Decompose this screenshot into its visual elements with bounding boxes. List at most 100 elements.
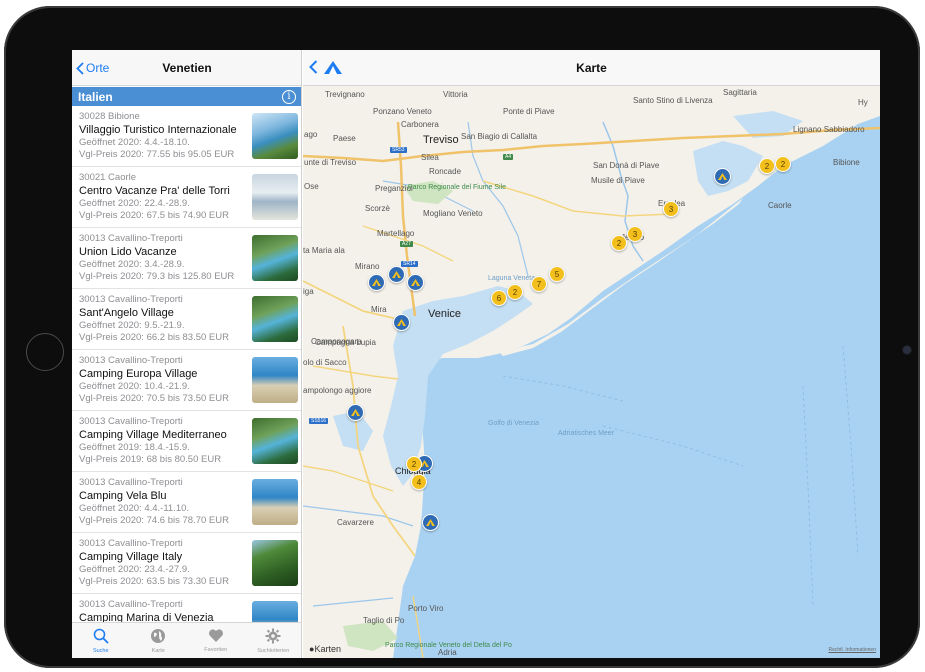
tab-label: Suchkriterien [257, 647, 290, 654]
campsite-pin[interactable] [388, 266, 405, 283]
map-place-label: San Biagio di Callalta [461, 132, 538, 141]
map-place-label: Martellago [377, 229, 415, 238]
tent-icon [351, 409, 360, 416]
map-place-label: Carbonera [401, 120, 439, 129]
tent-icon [392, 271, 401, 278]
cluster-marker[interactable]: 3 [627, 226, 643, 242]
campsite-pin[interactable] [407, 274, 424, 291]
highway-shield: A4 [503, 154, 514, 160]
map-place-label: Roncade [429, 167, 462, 176]
campsite-thumbnail [252, 601, 298, 622]
tent-icon [372, 279, 381, 286]
map-place-label: Paese [333, 134, 356, 143]
maps-credit: ●Karten [309, 644, 341, 654]
cluster-marker[interactable]: 2 [406, 456, 422, 472]
campsite-list-item[interactable]: 30028 Bibione Villaggio Turistico Intern… [72, 106, 301, 167]
campsite-thumbnail [252, 479, 298, 525]
cluster-marker[interactable]: 2 [759, 158, 775, 174]
cluster-marker[interactable]: 5 [549, 266, 565, 282]
map-place-label: Sagittaria [723, 88, 757, 97]
campsite-list-item[interactable]: 30013 Cavallino-Treporti Camping Marina … [72, 594, 301, 622]
map-view[interactable]: Karte Trevignano Vittoria Ponzano Veneto… [303, 50, 880, 658]
campsite-pin[interactable] [714, 168, 731, 185]
cluster-marker[interactable]: 2 [775, 156, 791, 172]
cluster-marker[interactable]: 4 [411, 474, 427, 490]
map-place-label: Camponogara [311, 337, 362, 346]
map-place-label: Santo Stino di Livenza [633, 96, 713, 105]
campsite-pin[interactable] [347, 404, 364, 421]
tab-favoriten[interactable]: Favoriten [187, 623, 245, 658]
campsite-pin[interactable] [422, 514, 439, 531]
cluster-marker[interactable]: 2 [611, 235, 627, 251]
campsite-list-item[interactable]: 30013 Cavallino-Treporti Union Lido Vaca… [72, 228, 301, 289]
cluster-marker[interactable]: 2 [507, 284, 523, 300]
maps-credit-label: Karten [314, 644, 341, 654]
map-place-label: Cavarzere [337, 518, 374, 527]
sidebar-title: Venetien [162, 61, 212, 75]
campsite-list-item[interactable]: 30013 Cavallino-Treporti Camping Europa … [72, 350, 301, 411]
map-place-label: Parco Regionale Veneto del Delta del Po [385, 642, 512, 649]
map-place-label: San Donà di Piave [593, 161, 660, 170]
map-place-label: Parco Regionale del Fiume Sile [408, 184, 507, 191]
campsite-thumbnail [252, 235, 298, 281]
cluster-marker[interactable]: 3 [663, 201, 679, 217]
map-place-label: Ponte di Piave [503, 107, 555, 116]
campsite-list[interactable]: 30028 Bibione Villaggio Turistico Intern… [72, 106, 301, 622]
heart-icon [208, 628, 224, 647]
map-place-label: Musile di Piave [591, 176, 645, 185]
map-place-label: Mogliano Veneto [423, 209, 483, 218]
campsite-list-item[interactable]: 30013 Cavallino-Treporti Camping Vela Bl… [72, 472, 301, 533]
map-place-label: Taglio di Po [363, 616, 405, 625]
map-place-label: Bibione [833, 158, 860, 167]
highway-shield: SR14 [401, 261, 418, 267]
tab-label: Favoriten [204, 647, 228, 653]
campsite-list-item[interactable]: 30013 Cavallino-Treporti Camping Village… [72, 411, 301, 472]
map-place-label: Adria [438, 648, 457, 657]
map-place-label: olo di Sacco [303, 358, 347, 367]
map-place-label: Caorle [768, 201, 792, 210]
map-place-label: Silea [421, 153, 439, 162]
campsite-pin[interactable] [368, 274, 385, 291]
campsite-pin[interactable] [393, 314, 410, 331]
campsite-thumbnail [252, 357, 298, 403]
highway-shield: A27 [400, 241, 413, 247]
map-place-label: Golfo di Venezia [488, 420, 539, 427]
highway-shield: SR53 [390, 147, 407, 153]
map-place-label: Ose [304, 182, 319, 191]
map-canvas[interactable] [303, 86, 880, 658]
map-place-label: Porto Viro [408, 604, 444, 613]
map-place-label: iga [303, 287, 314, 296]
campsite-list-item[interactable]: 30013 Cavallino-Treporti Camping Village… [72, 533, 301, 594]
campsite-thumbnail [252, 540, 298, 586]
map-place-label: ta Maria ala [303, 246, 345, 255]
tab-bar: Suche Karte Favoriten Suchkriterien [72, 622, 302, 658]
map-place-label: ampolongo aggiore [303, 386, 372, 395]
map-place-label: Vittoria [443, 90, 468, 99]
map-place-label: Mira [371, 305, 387, 314]
home-button[interactable] [26, 333, 64, 371]
map-place-label: Lignano Sabbiadoro [793, 125, 865, 134]
campsite-thumbnail [252, 296, 298, 342]
campsite-thumbnail [252, 174, 298, 220]
sidebar: Orte Venetien Italien i 30028 Bibione Vi… [72, 50, 302, 658]
section-header: Italien i [72, 87, 301, 106]
tab-suche[interactable]: Suche [72, 623, 130, 658]
map-place-label: Venice [428, 308, 462, 320]
cluster-marker[interactable]: 7 [531, 276, 547, 292]
tab-karte[interactable]: Karte [130, 623, 188, 658]
campsite-list-item[interactable]: 30013 Cavallino-Treporti Sant'Angelo Vil… [72, 289, 301, 350]
tab-suchkriterien[interactable]: Suchkriterien [245, 623, 302, 658]
map-place-label: Mirano [355, 262, 380, 271]
cluster-marker[interactable]: 6 [491, 290, 507, 306]
globe-icon [150, 628, 166, 648]
tab-label: Karte [151, 647, 165, 654]
map-place-label: Trevignano [325, 90, 365, 99]
legal-link[interactable]: Rechtl. Informationen [828, 647, 876, 653]
tent-icon [397, 319, 406, 326]
map-place-label: Ponzano Veneto [373, 107, 432, 116]
map-nav-bar: Karte [303, 50, 880, 86]
tent-icon [718, 173, 727, 180]
info-icon[interactable]: i [282, 89, 296, 104]
map-place-label: unte di Treviso [304, 158, 357, 167]
campsite-list-item[interactable]: 30021 Caorle Centro Vacanze Pra' delle T… [72, 167, 301, 228]
